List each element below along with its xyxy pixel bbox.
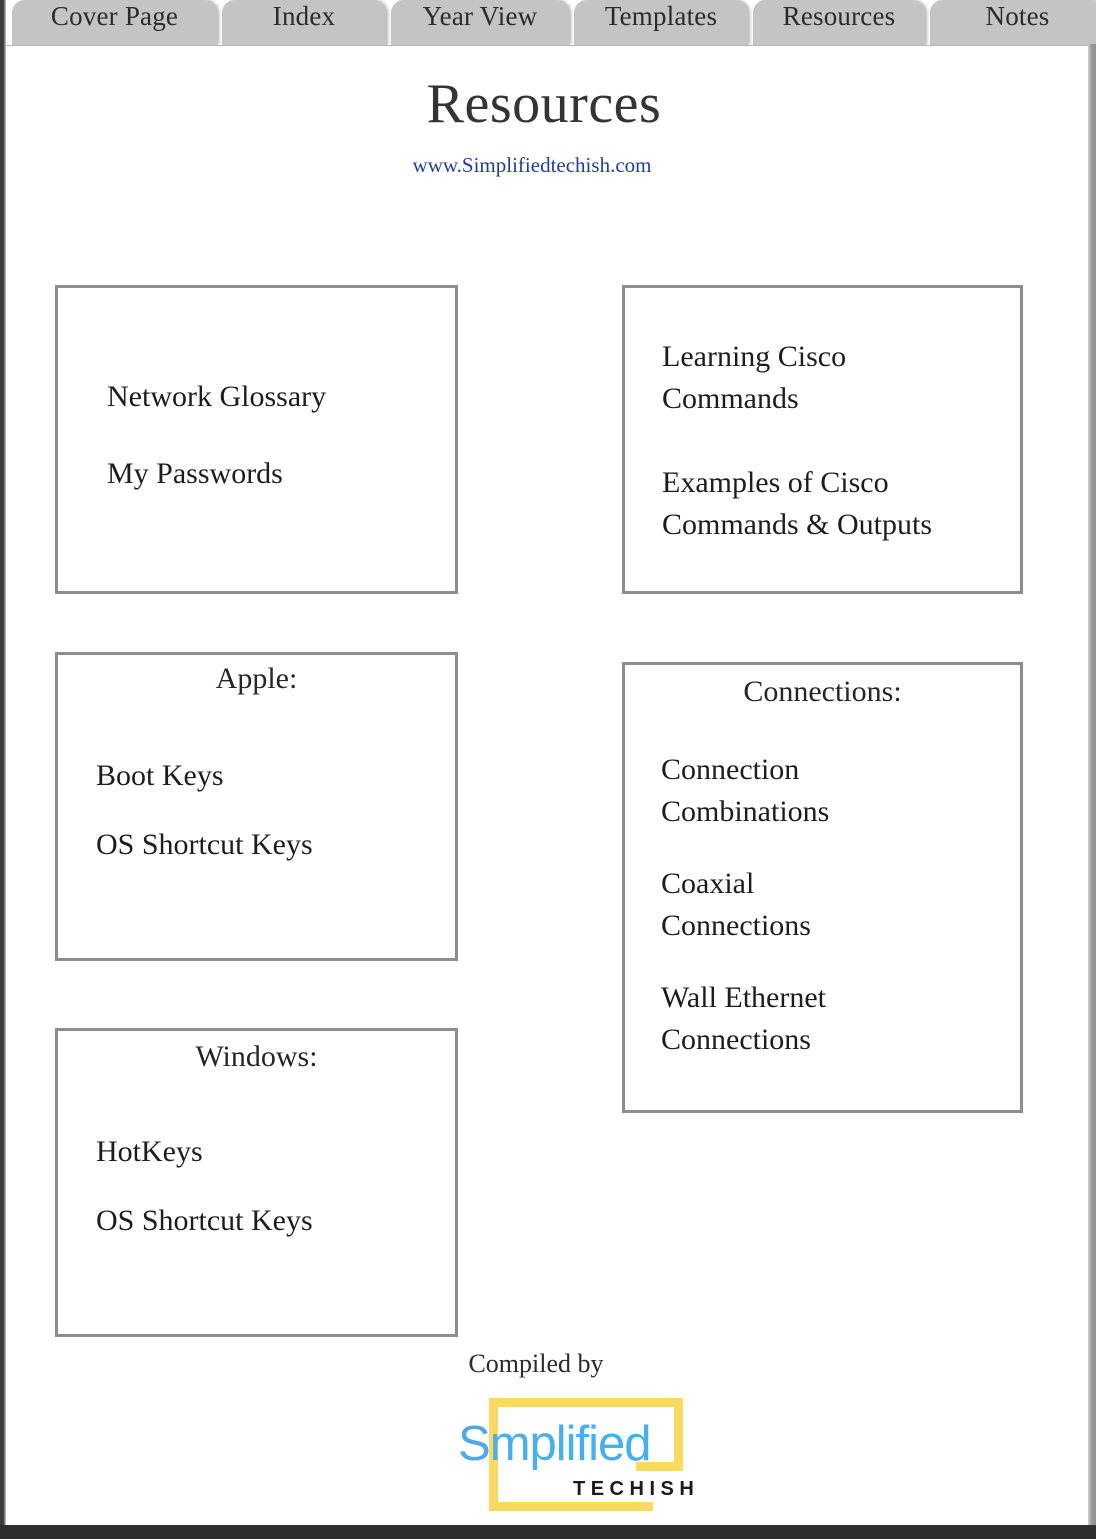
- link-learning-cisco-commands[interactable]: Learning Cisco Commands: [662, 336, 932, 420]
- page-edge-bottom: [0, 1525, 1096, 1539]
- link-line: Examples of Cisco: [662, 466, 889, 499]
- link-windows-os-shortcut-keys[interactable]: OS Shortcut Keys: [96, 1200, 313, 1242]
- logo-word-rest: mplified: [489, 1417, 652, 1471]
- link-examples-cisco-commands-outputs[interactable]: Examples of Cisco Commands & Outputs: [662, 462, 932, 546]
- link-line: Connections: [661, 1023, 811, 1056]
- box-windows[interactable]: Windows: HotKeys OS Shortcut Keys: [55, 1028, 458, 1337]
- logo-frame-bottom: [489, 1502, 653, 1511]
- link-line: Commands: [662, 382, 799, 415]
- link-wall-ethernet-connections[interactable]: Wall Ethernet Connections: [661, 977, 829, 1061]
- planner-page: Cover Page Index Year View Templates Res…: [0, 0, 1096, 1539]
- tab-templates[interactable]: Templates: [574, 0, 748, 45]
- box-heading-connections: Connections:: [743, 675, 902, 708]
- link-connection-combinations[interactable]: Connection Combinations: [661, 749, 829, 833]
- box-heading-windows: Windows:: [195, 1040, 318, 1073]
- link-coaxial-connections[interactable]: Coaxial Connections: [661, 863, 829, 947]
- tab-label: Cover Page: [50, 1, 179, 31]
- logo-subtitle: TECHISH: [573, 1478, 700, 1500]
- logo-word-first: S: [458, 1417, 491, 1471]
- logo-frame-right: [674, 1398, 683, 1471]
- link-apple-os-shortcut-keys[interactable]: OS Shortcut Keys: [96, 824, 313, 866]
- tab-label: Notes: [985, 1, 1050, 31]
- link-line: Wall Ethernet: [661, 981, 827, 1014]
- simplified-techish-logo[interactable]: Smplified TECHISH: [458, 1398, 694, 1520]
- tab-label: Year View: [422, 1, 538, 31]
- link-windows-hotkeys[interactable]: HotKeys: [96, 1131, 313, 1173]
- page-edge-right: [1088, 44, 1096, 1525]
- box-apple[interactable]: Apple: Boot Keys OS Shortcut Keys: [55, 652, 458, 961]
- link-line: Commands & Outputs: [662, 508, 933, 541]
- box-network-glossary[interactable]: Network Glossary My Passwords: [55, 285, 458, 594]
- logo-wordmark: Smplified: [458, 1417, 652, 1471]
- tab-label: Resources: [782, 1, 896, 31]
- link-network-glossary[interactable]: Network Glossary: [107, 376, 326, 418]
- box-body: Connection Combinations Coaxial Connecti…: [661, 749, 829, 1091]
- link-my-passwords[interactable]: My Passwords: [107, 453, 326, 495]
- tab-year-view[interactable]: Year View: [391, 0, 569, 45]
- box-connections[interactable]: Connections: Connection Combinations Coa…: [622, 662, 1023, 1113]
- site-url-link[interactable]: www.Simplifiedtechish.com: [6, 153, 1058, 178]
- box-heading-apple: Apple:: [215, 662, 298, 695]
- page-sheet: Resources www.Simplifiedtechish.com Netw…: [6, 45, 1088, 1526]
- box-body: Learning Cisco Commands Examples of Cisc…: [662, 336, 932, 588]
- link-line: Coaxial: [661, 867, 755, 900]
- tab-notes[interactable]: Notes: [930, 0, 1096, 45]
- link-line: Combinations: [661, 795, 830, 828]
- link-apple-boot-keys[interactable]: Boot Keys: [96, 755, 313, 797]
- box-body: Boot Keys OS Shortcut Keys: [96, 755, 313, 893]
- link-line: Learning Cisco: [662, 340, 847, 373]
- page-title: Resources: [426, 73, 662, 135]
- tab-cover-page[interactable]: Cover Page: [12, 0, 217, 45]
- box-body: HotKeys OS Shortcut Keys: [96, 1131, 313, 1269]
- link-line: Connections: [661, 909, 811, 942]
- tab-label: Index: [272, 1, 336, 31]
- tab-index[interactable]: Index: [222, 0, 386, 45]
- logo-frame-top: [489, 1398, 683, 1407]
- tab-resources[interactable]: Resources: [753, 0, 925, 45]
- compiled-by-label: Compiled by: [468, 1349, 604, 1378]
- box-cisco[interactable]: Learning Cisco Commands Examples of Cisc…: [622, 285, 1023, 594]
- box-body: Network Glossary My Passwords: [107, 376, 326, 530]
- page-edge-left: [0, 0, 6, 1525]
- link-line: Connection: [661, 753, 800, 786]
- tab-label: Templates: [604, 1, 718, 31]
- tab-bar: Cover Page Index Year View Templates Res…: [0, 0, 1096, 45]
